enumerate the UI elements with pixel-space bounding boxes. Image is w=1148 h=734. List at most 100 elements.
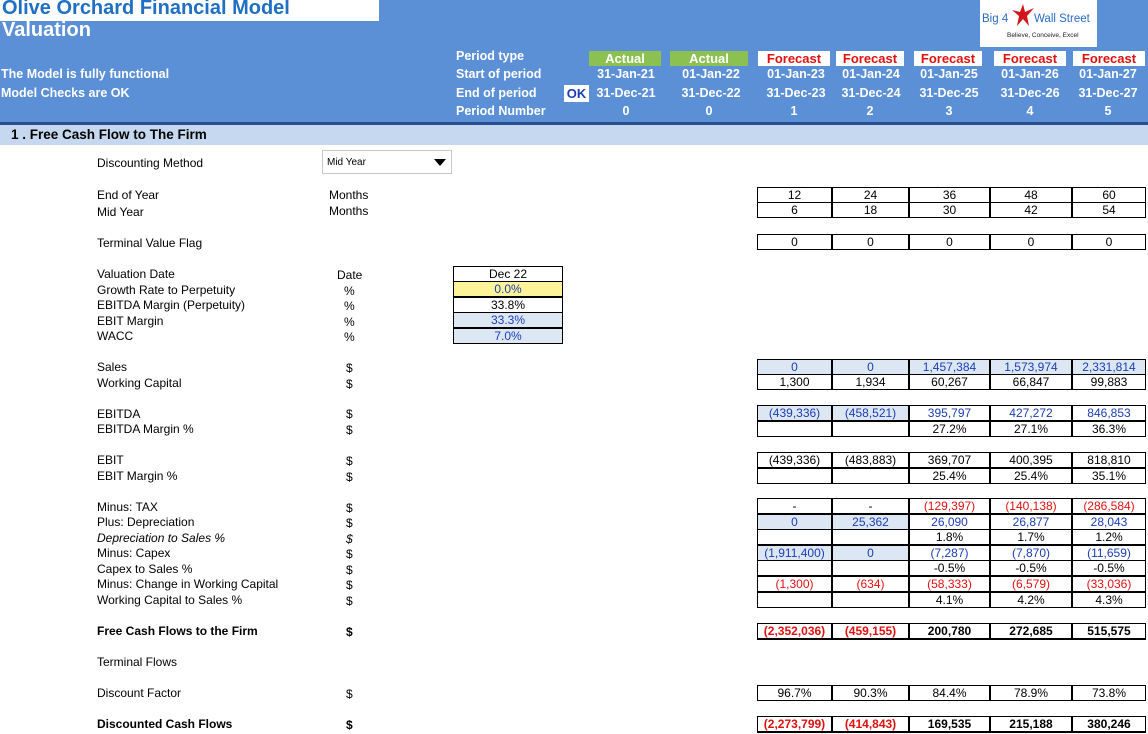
row-label: Working Capital [97, 376, 182, 390]
grid-cell: 12 [757, 187, 832, 203]
grid-cell[interactable]: (439,336) [757, 405, 832, 421]
grid-cell: (129,397) [909, 498, 990, 514]
row-unit: $ [346, 423, 353, 437]
grid-cell: 0 [990, 234, 1072, 250]
grid-cell[interactable]: (7,870) [990, 545, 1072, 561]
discounting-method-select[interactable]: Mid Year [322, 150, 452, 174]
period-type: Forecast [758, 51, 830, 66]
period-type: Actual [589, 51, 661, 66]
dropdown-arrow-icon[interactable] [429, 151, 451, 173]
grid-cell: 1.2% [1072, 529, 1146, 545]
grid-cell: 35.1% [1072, 468, 1146, 484]
period-start: 01-Jan-26 [1001, 67, 1059, 81]
checks-status: Model Checks are OK [1, 86, 130, 100]
grid-cell: 24 [832, 187, 909, 203]
grid-cell: 0 [757, 234, 832, 250]
period-end: 31-Dec-23 [766, 86, 826, 100]
grid-cell: 272,685 [990, 623, 1072, 640]
grid-cell [757, 529, 832, 545]
eagle-icon [1012, 4, 1034, 26]
grid-cell[interactable]: 846,853 [1072, 405, 1146, 421]
valuation-date-input[interactable]: Dec 22 [453, 266, 563, 282]
grid-cell[interactable]: 0 [832, 545, 909, 561]
grid-cell: 0 [909, 234, 990, 250]
grid-cell[interactable]: 26,090 [909, 514, 990, 530]
ebitda-margin-perpetuity-value: 33.8% [453, 297, 563, 313]
row-label: Mid Year [97, 205, 144, 219]
grid-cell[interactable]: 26,877 [990, 514, 1072, 530]
period-start: 31-Jan-21 [597, 67, 655, 81]
ebit-margin-input[interactable]: 33.3% [453, 312, 563, 328]
grid-cell: - [757, 498, 832, 514]
grid-cell[interactable]: 25,362 [832, 514, 909, 530]
period-end: 31-Dec-27 [1078, 86, 1138, 100]
wacc-input[interactable]: 7.0% [453, 328, 563, 344]
grid-cell: 48 [990, 187, 1072, 203]
period-end: 31-Dec-22 [681, 86, 741, 100]
grid-cell[interactable]: 427,272 [990, 405, 1072, 421]
grid-cell: (286,584) [1072, 498, 1146, 514]
row-unit: $ [346, 377, 353, 391]
grid-cell: 18 [832, 202, 909, 218]
row-unit: $ [346, 407, 353, 421]
grid-cell[interactable]: (11,659) [1072, 545, 1146, 561]
grid-cell[interactable]: (1,911,400) [757, 545, 832, 561]
grid-cell[interactable]: 1,457,384 [909, 359, 990, 375]
grid-cell: 215,188 [990, 716, 1072, 733]
period-start: 01-Jan-22 [682, 67, 740, 81]
grid-cell[interactable]: 0 [757, 359, 832, 375]
grid-cell: 36 [909, 187, 990, 203]
row-unit: $ [346, 516, 353, 530]
input-label: WACC [97, 329, 134, 343]
row-label: Terminal Flows [97, 655, 178, 669]
model-title: Olive Orchard Financial Model [2, 0, 290, 19]
grid-cell: 1.8% [909, 529, 990, 545]
grid-cell: 30 [909, 202, 990, 218]
grid-cell[interactable]: 28,043 [1072, 514, 1146, 530]
input-label: Valuation Date [97, 267, 175, 281]
grid-cell[interactable]: 1,573,974 [990, 359, 1072, 375]
grid-cell: 27.1% [990, 421, 1072, 437]
grid-cell[interactable]: 0 [757, 514, 832, 530]
row-label: Sales [97, 360, 128, 374]
period-start: 01-Jan-23 [767, 67, 825, 81]
period-number: 4 [1026, 104, 1034, 118]
grid-cell: 400,395 [990, 452, 1072, 468]
grid-cell: (2,273,799) [757, 716, 832, 733]
period-number: 0 [622, 104, 630, 118]
grid-cell: 90.3% [832, 685, 909, 701]
grid-cell: (459,155) [832, 623, 909, 640]
grid-cell: 6 [757, 202, 832, 218]
row-unit: $ [346, 501, 353, 515]
row-unit: $ [346, 625, 353, 639]
grid-cell[interactable]: (7,287) [909, 545, 990, 561]
row-label: EBITDA [97, 407, 141, 421]
row-label: Terminal Value Flag [97, 236, 203, 250]
period-number: 0 [705, 104, 713, 118]
grid-cell: 99,883 [1072, 374, 1146, 390]
grid-cell[interactable]: 2,331,814 [1072, 359, 1146, 375]
grid-cell[interactable]: 395,797 [909, 405, 990, 421]
grid-cell: 96.7% [757, 685, 832, 701]
grid-cell [757, 560, 832, 576]
row-unit: Months [329, 204, 369, 218]
row-label: Working Capital to Sales % [97, 593, 243, 607]
grid-cell: (140,138) [990, 498, 1072, 514]
grid-cell [757, 468, 832, 484]
row-label: Discount Factor [97, 686, 182, 700]
growth-rate-input[interactable]: 0.0% [453, 281, 563, 297]
grid-cell[interactable]: 0 [832, 359, 909, 375]
row-unit: $ [346, 454, 353, 468]
section-title: 1 . Free Cash Flow to The Firm [11, 127, 207, 142]
row-label: EBIT [97, 453, 124, 467]
grid-cell: (634) [832, 576, 909, 592]
period-number: 3 [945, 104, 953, 118]
grid-cell: 73.8% [1072, 685, 1146, 701]
row-unit: $ [346, 470, 353, 484]
title-box: Olive Orchard Financial Model [0, 0, 379, 21]
grid-cell: 4.2% [990, 592, 1072, 608]
grid-cell[interactable]: (458,521) [832, 405, 909, 421]
period-end: 31-Dec-26 [1000, 86, 1060, 100]
grid-cell: - [832, 498, 909, 514]
row-unit: $ [346, 578, 353, 592]
